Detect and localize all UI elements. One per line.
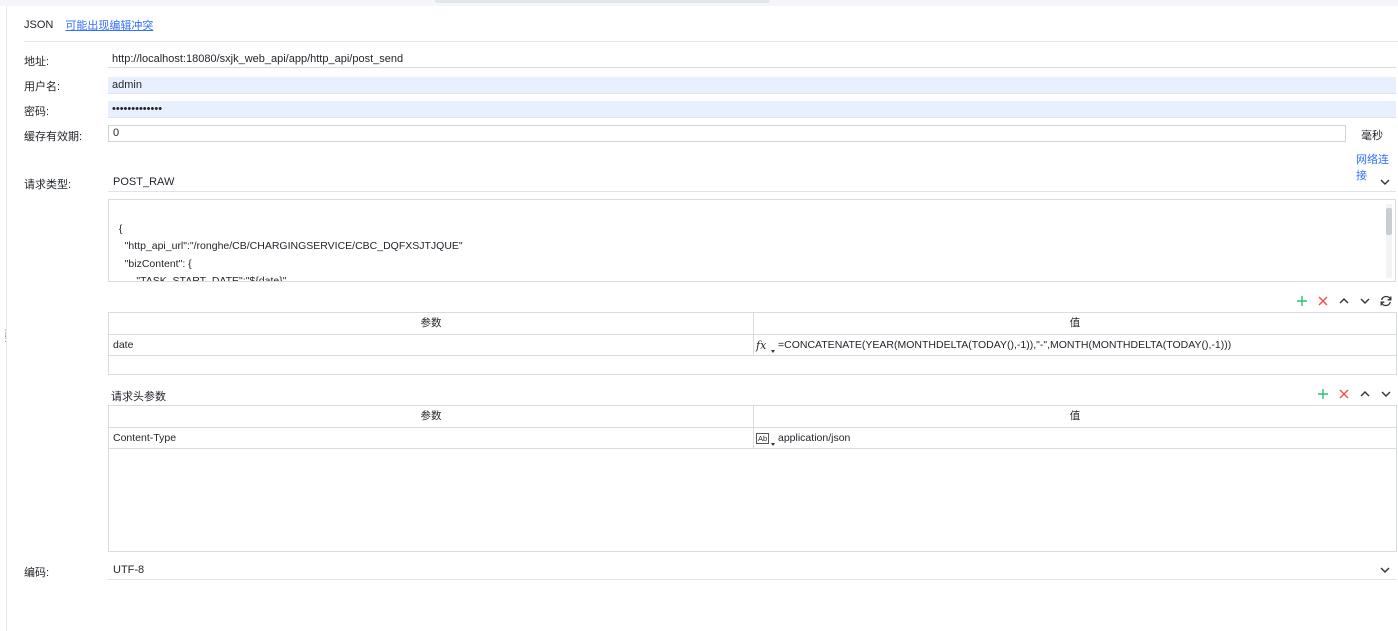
address-input[interactable]: http://localhost:18080/sxjk_web_api/app/… bbox=[108, 51, 1396, 68]
table-row[interactable]: date fx =CONCATENATE(YEAR(MONTHDELTA(TOD… bbox=[109, 335, 1396, 356]
request-type-value: POST_RAW bbox=[113, 176, 175, 188]
request-headers-title: 请求头参数 bbox=[111, 391, 166, 403]
chevron-down-icon bbox=[1380, 179, 1390, 185]
caret-down-icon bbox=[771, 443, 775, 446]
address-label: 地址: bbox=[24, 56, 50, 68]
header-value-header: 值 bbox=[1069, 410, 1081, 422]
move-up-icon[interactable] bbox=[1337, 294, 1351, 308]
delete-icon[interactable] bbox=[1337, 387, 1351, 401]
encoding-value: UTF-8 bbox=[113, 564, 145, 576]
add-icon[interactable] bbox=[1295, 294, 1309, 308]
params-table-header: 参数 值 bbox=[109, 313, 1396, 335]
request-type-select[interactable]: POST_RAW bbox=[108, 172, 1396, 192]
headers-toolbar bbox=[1316, 387, 1393, 401]
move-down-icon[interactable] bbox=[1379, 387, 1393, 401]
param-value-header: 值 bbox=[1069, 317, 1081, 329]
param-key-cell[interactable]: date bbox=[109, 335, 754, 355]
text-type-button[interactable]: Ab bbox=[754, 428, 776, 448]
move-down-icon[interactable] bbox=[1358, 294, 1372, 308]
request-type-label: 请求类型: bbox=[24, 179, 72, 191]
request-body-editor[interactable]: { "http_api_url":"/ronghe/CB/CHARGINGSER… bbox=[108, 199, 1396, 282]
cache-label: 缓存有效期: bbox=[24, 131, 83, 143]
headers-table-header: 参数 值 bbox=[109, 406, 1396, 428]
header-value-cell[interactable]: application/json bbox=[776, 432, 850, 444]
chevron-down-icon bbox=[1380, 567, 1390, 573]
caret-down-icon bbox=[771, 350, 775, 353]
table-row[interactable]: Content-Type Ab application/json bbox=[109, 428, 1396, 449]
refresh-icon[interactable] bbox=[1379, 294, 1393, 308]
cache-unit: 毫秒 bbox=[1361, 130, 1383, 142]
param-value-cell[interactable]: =CONCATENATE(YEAR(MONTHDELTA(TODAY(),-1)… bbox=[776, 339, 1231, 351]
delete-icon[interactable] bbox=[1316, 294, 1330, 308]
fx-icon: fx bbox=[756, 338, 767, 352]
cache-input[interactable]: 0 bbox=[108, 125, 1346, 142]
param-key-header: 参数 bbox=[109, 313, 754, 334]
username-label: 用户名: bbox=[24, 81, 61, 93]
editor-scrollbar-thumb[interactable] bbox=[1386, 208, 1392, 235]
dialog-shadow bbox=[435, 0, 770, 3]
params-toolbar bbox=[1295, 294, 1393, 308]
header-key-header: 参数 bbox=[109, 406, 754, 427]
encoding-label: 编码: bbox=[24, 567, 50, 579]
password-label: 密码: bbox=[24, 106, 50, 118]
tabs-row: JSON 可能出现编辑冲突 bbox=[24, 17, 153, 33]
request-body-text: { "http_api_url":"/ronghe/CB/CHARGINGSER… bbox=[118, 222, 463, 282]
divider bbox=[24, 41, 1398, 42]
tab-json[interactable]: JSON bbox=[24, 19, 53, 31]
resize-grip-icon[interactable]: ⋮ ⋮ bbox=[1, 329, 11, 343]
add-icon[interactable] bbox=[1316, 387, 1330, 401]
encoding-select[interactable]: UTF-8 bbox=[108, 560, 1396, 580]
headers-table: 参数 值 Content-Type Ab application/json bbox=[108, 405, 1397, 552]
header-key-cell[interactable]: Content-Type bbox=[109, 428, 754, 448]
password-input[interactable]: ••••••••••••• bbox=[108, 101, 1396, 118]
params-table: 参数 值 date fx =CONCATENATE(YEAR(MONTHDELT… bbox=[108, 312, 1397, 375]
text-type-icon: Ab bbox=[756, 432, 770, 444]
left-border bbox=[6, 6, 7, 631]
editor-scrollbar[interactable] bbox=[1386, 204, 1392, 278]
move-up-icon[interactable] bbox=[1358, 387, 1372, 401]
formula-type-button[interactable]: fx bbox=[754, 335, 776, 355]
edit-conflict-link[interactable]: 可能出现编辑冲突 bbox=[65, 17, 153, 33]
username-input[interactable]: admin bbox=[108, 77, 1396, 94]
